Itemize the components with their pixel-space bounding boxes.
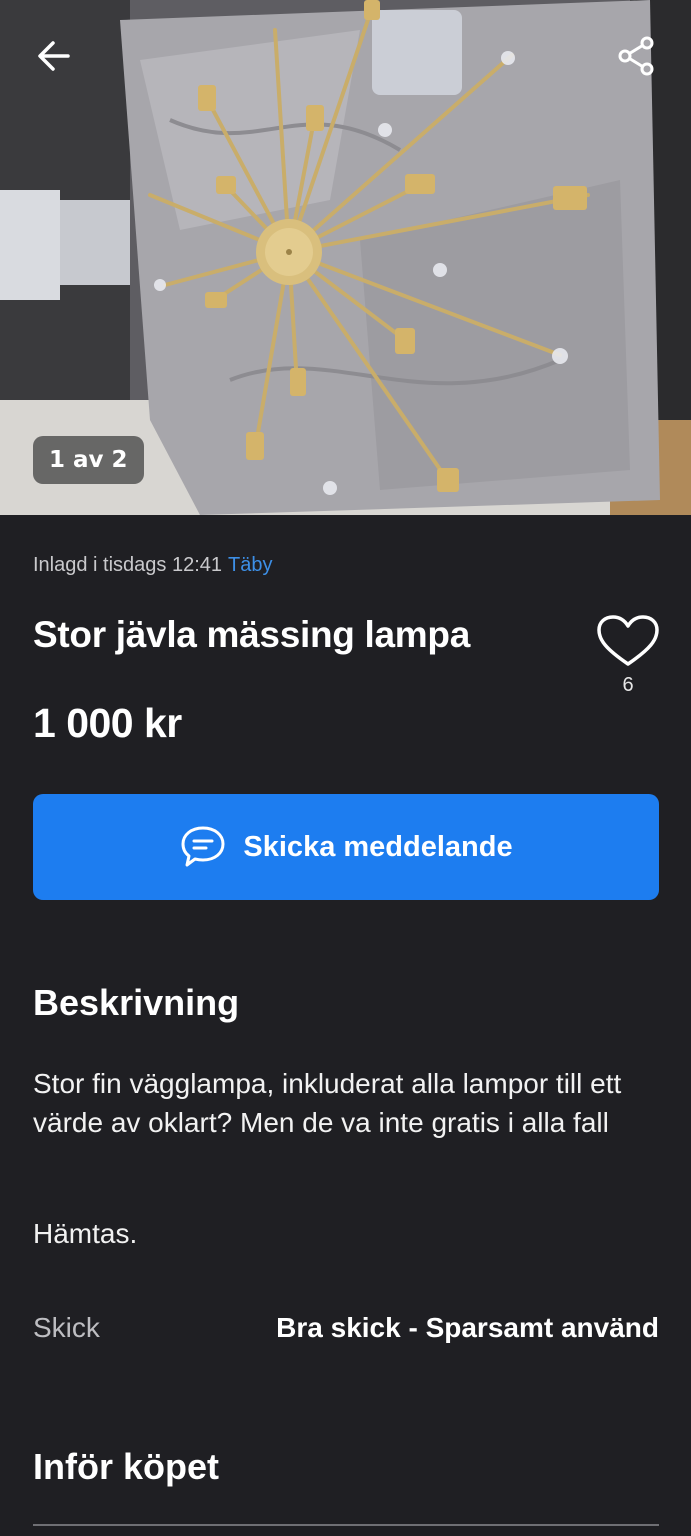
listing-title: Stor jävla mässing lampa — [33, 614, 470, 655]
favorite-count: 6 — [622, 674, 634, 696]
location-link[interactable]: Täby — [228, 554, 272, 576]
chat-bubble-icon — [181, 826, 225, 867]
description-pickup-text: Hämtas. — [33, 1218, 138, 1249]
share-button[interactable] — [609, 28, 665, 84]
condition-label: Skick — [33, 1312, 100, 1343]
description-text: Stor fin vägglampa, inkluderat alla lamp… — [33, 1068, 622, 1138]
back-arrow-icon — [38, 41, 70, 71]
heart-icon — [597, 615, 659, 666]
listing-meta: Inlagd i tisdags 12:41 Täby — [33, 554, 273, 577]
image-counter: 1 av 2 — [33, 436, 144, 484]
share-icon — [618, 36, 654, 76]
condition-value: Bra skick - Sparsamt använd — [276, 1312, 659, 1343]
image-gallery[interactable]: 1 av 2 — [0, 0, 691, 515]
posted-time: Inlagd i tisdags 12:41 — [33, 554, 223, 576]
before-purchase-heading: Inför köpet — [33, 1446, 219, 1487]
favorite-button[interactable]: 6 — [592, 614, 664, 697]
description-heading: Beskrivning — [33, 982, 240, 1023]
send-message-label: Skicka meddelande — [243, 830, 513, 863]
section-divider — [33, 1524, 659, 1526]
back-button[interactable] — [26, 28, 82, 84]
send-message-button[interactable]: Skicka meddelande — [33, 794, 659, 900]
listing-price: 1 000 kr — [33, 700, 182, 746]
